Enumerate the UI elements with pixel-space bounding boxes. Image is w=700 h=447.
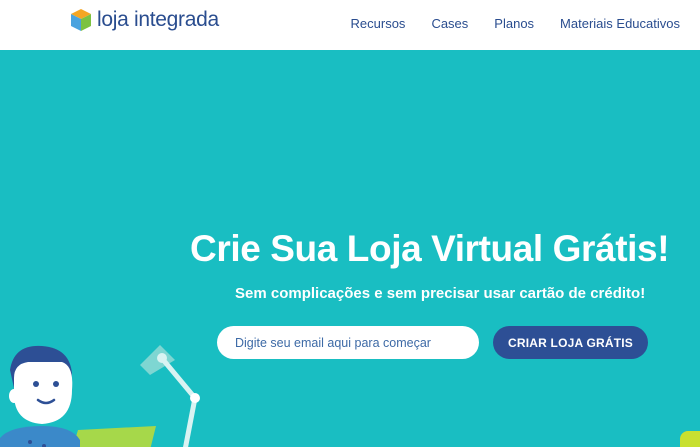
hero-section: Crie Sua Loja Virtual Grátis! Sem compli… [0, 50, 700, 447]
nav-item-materiais-educativos[interactable]: Materiais Educativos [560, 16, 680, 31]
top-navigation-bar: loja integrada Recursos Cases Planos Mat… [0, 0, 700, 50]
main-nav: Recursos Cases Planos Materiais Educativ… [325, 16, 680, 31]
create-store-button[interactable]: CRIAR LOJA GRÁTIS [493, 326, 648, 359]
nav-item-cases[interactable]: Cases [431, 16, 468, 31]
email-input[interactable] [217, 326, 479, 359]
decorative-shape [680, 431, 700, 447]
person-avatar [0, 345, 80, 447]
brand-logo[interactable]: loja integrada [70, 8, 219, 32]
hero-subtitle: Sem complicações e sem precisar usar car… [235, 285, 646, 302]
nav-item-planos[interactable]: Planos [494, 16, 534, 31]
person-with-desk-lamp-illustration [0, 345, 200, 447]
cube-logo-icon [71, 9, 91, 31]
hero-title: Crie Sua Loja Virtual Grátis! [190, 228, 670, 269]
laptop-icon [72, 426, 156, 447]
nav-item-recursos[interactable]: Recursos [351, 16, 406, 31]
brand-name: loja integrada [97, 8, 219, 31]
